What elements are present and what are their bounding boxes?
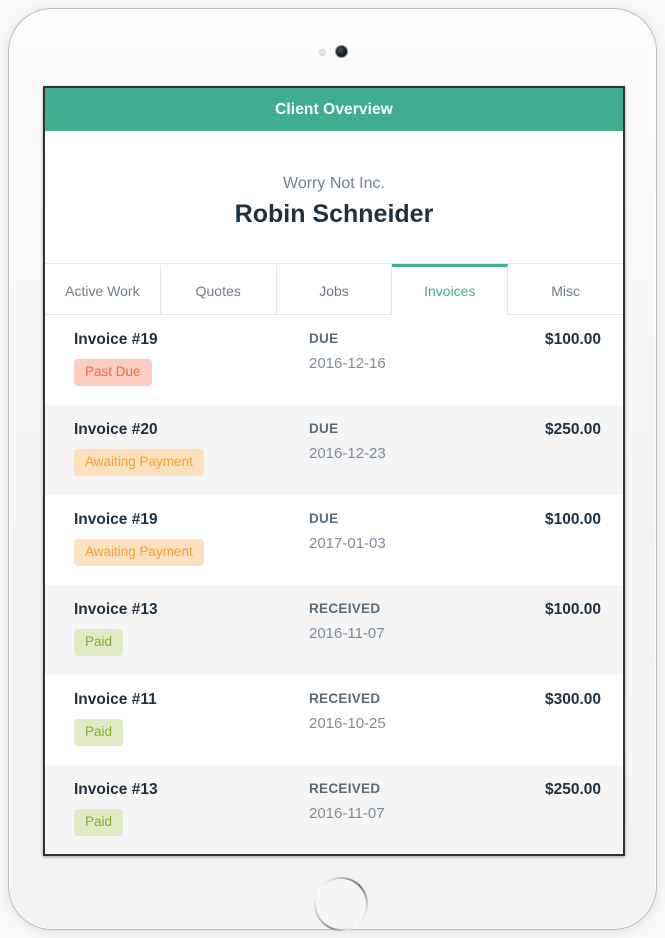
status-badge: Paid [74, 719, 124, 746]
invoice-date-label: RECEIVED [309, 781, 381, 796]
tab-active-work[interactable]: Active Work [45, 264, 161, 315]
invoice-date: 2016-11-07 [309, 805, 385, 822]
app-header: Client Overview [45, 88, 623, 131]
invoice-row[interactable]: Invoice #19 Awaiting Payment DUE 2017-01-03… [45, 495, 623, 585]
invoice-title: Invoice #19 [74, 511, 158, 528]
tab-jobs[interactable]: Jobs [276, 264, 393, 315]
tab-bar: Active Work Quotes Jobs Invoices Misc [45, 263, 623, 315]
tab-misc[interactable]: Misc [508, 264, 623, 315]
invoice-date: 2016-12-16 [309, 355, 386, 372]
client-company-name: Worry Not Inc. [283, 175, 385, 192]
invoice-date-label: DUE [309, 331, 339, 346]
invoice-amount: $100.00 [544, 601, 601, 618]
invoice-date-label: DUE [309, 421, 339, 436]
invoice-amount: $250.00 [544, 421, 601, 438]
invoice-title: Invoice #20 [74, 421, 158, 438]
status-badge: Paid [74, 809, 124, 836]
tab-quotes[interactable]: Quotes [160, 264, 277, 315]
invoice-date-label: DUE [309, 511, 339, 526]
status-badge: Past Due [74, 359, 152, 386]
tablet-screen: Client Overview Worry Not Inc. Robin Sch… [43, 86, 625, 856]
invoice-date: 2017-01-03 [309, 535, 386, 552]
invoice-title: Invoice #13 [74, 601, 158, 618]
tablet-device-frame: Client Overview Worry Not Inc. Robin Sch… [8, 8, 657, 930]
invoice-date: 2016-12-23 [309, 445, 386, 462]
invoice-date: 2016-11-07 [309, 625, 385, 642]
invoice-title: Invoice #11 [74, 691, 157, 708]
client-person-name: Robin Schneider [234, 200, 434, 228]
tab-label: Jobs [319, 282, 349, 299]
invoice-title: Invoice #13 [74, 781, 158, 798]
invoice-amount: $100.00 [544, 511, 601, 528]
tab-label: Quotes [195, 282, 241, 299]
home-button[interactable] [314, 877, 368, 931]
invoice-amount: $100.00 [544, 331, 601, 348]
status-badge: Paid [74, 629, 124, 656]
status-badge: Awaiting Payment [74, 449, 204, 476]
tab-label: Active Work [65, 282, 140, 299]
tab-invoices[interactable]: Invoices [392, 264, 509, 315]
page-title: Client Overview [275, 100, 393, 118]
front-camera-icon [335, 45, 348, 58]
tab-label: Misc [551, 282, 580, 299]
invoice-date: 2016-10-25 [309, 715, 386, 732]
client-summary: Worry Not Inc. Robin Schneider [45, 131, 623, 263]
invoice-list: Invoice #19 Past Due DUE 2016-12-16 $100.00 I… [45, 315, 623, 854]
invoice-row[interactable]: Invoice #20 Awaiting Payment DUE 2016-12-23… [45, 405, 623, 495]
status-badge: Awaiting Payment [74, 539, 204, 566]
invoice-date-label: RECEIVED [309, 601, 381, 616]
ambient-light-sensor-icon [319, 49, 326, 56]
invoice-row[interactable]: Invoice #11 Paid RECEIVED 2016-10-25 $300.00 [45, 675, 623, 765]
invoice-title: Invoice #19 [74, 331, 158, 348]
invoice-amount: $300.00 [544, 691, 601, 708]
invoice-amount: $250.00 [544, 781, 601, 798]
invoice-row[interactable]: Invoice #13 Paid RECEIVED 2016-11-07 $100.00 [45, 585, 623, 675]
tab-label: Invoices [424, 282, 476, 299]
invoice-row[interactable]: Invoice #19 Past Due DUE 2016-12-16 $100.00 [45, 315, 623, 405]
invoice-date-label: RECEIVED [309, 691, 381, 706]
invoice-row[interactable]: Invoice #13 Paid RECEIVED 2016-11-07 $250.00 [45, 765, 623, 854]
